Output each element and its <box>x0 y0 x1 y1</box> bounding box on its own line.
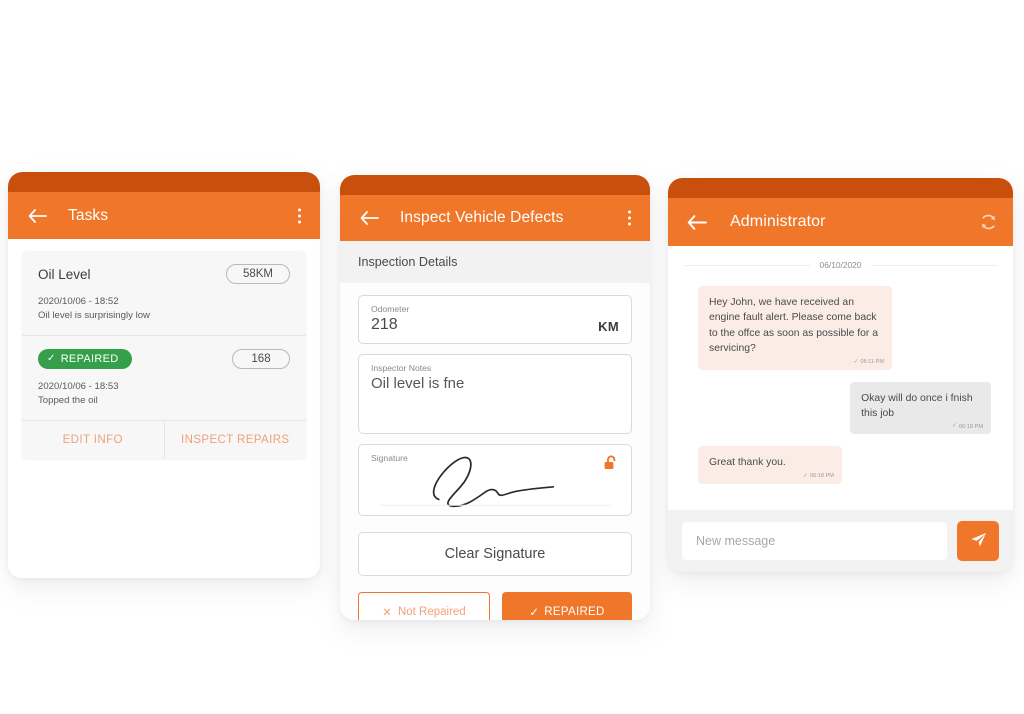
clear-signature-button[interactable]: Clear Signature <box>358 532 632 576</box>
check-icon: ✓ <box>47 353 56 365</box>
odometer-field-value: 218 <box>371 316 398 333</box>
signature-field[interactable]: Signature <box>358 444 632 516</box>
tasks-screen-panel: Tasks Oil Level 58KM 2020/10/06 - 18:52 … <box>8 172 320 578</box>
defect-timestamp: 2020/10/06 - 18:52 <box>38 296 119 307</box>
check-icon: ✓ <box>952 423 958 430</box>
overflow-menu-icon[interactable] <box>294 204 305 227</box>
chat-appbar: Administrator <box>668 198 1013 246</box>
odometer-field[interactable]: Odometer 218 KM <box>358 295 632 344</box>
check-icon: ✓ <box>853 358 859 365</box>
status-badge-label: REPAIRED <box>60 352 119 365</box>
status-bar-strip <box>668 178 1013 198</box>
task-card[interactable]: Oil Level 58KM 2020/10/06 - 18:52 Oil le… <box>22 251 306 459</box>
arrow-left-icon[interactable] <box>356 211 382 225</box>
chat-bubble-timestamp: ✓ 06:18 PM <box>952 422 983 431</box>
defect-row: Oil Level 58KM 2020/10/06 - 18:52 Oil le… <box>22 251 306 335</box>
inspector-notes-field[interactable]: Inspector Notes Oil level is fne <box>358 354 632 434</box>
task-card-actions: EDIT INFO INSPECT REPAIRS <box>22 419 307 459</box>
signature-label: Signature <box>371 453 408 463</box>
check-icon: ✓ <box>802 472 809 479</box>
timestamp-text: 06:18 PM <box>810 473 834 480</box>
arrow-left-icon[interactable] <box>24 208 50 223</box>
inspect-form: Odometer 218 KM Inspector Notes Oil leve… <box>340 283 650 620</box>
chat-bubble-text: Great thank you. <box>709 457 786 469</box>
chat-bubble-incoming: Great thank you. ✓ 06:18 PM <box>698 446 842 484</box>
repair-meta: 2020/10/06 - 18:53 Topped the oil <box>38 380 290 408</box>
tasks-body: Oil Level 58KM 2020/10/06 - 18:52 Oil le… <box>8 239 320 578</box>
inspector-notes-label: Inspector Notes <box>371 363 432 373</box>
date-separator-label: 06/10/2020 <box>819 260 862 270</box>
defect-header: Oil Level 58KM <box>38 264 290 284</box>
chat-bubble-timestamp: ✓ 06:18 PM <box>803 472 834 481</box>
status-badge: ✓ REPAIRED <box>38 348 132 369</box>
overflow-menu-icon[interactable] <box>624 207 635 230</box>
inspection-details-heading: Inspection Details <box>340 241 650 283</box>
tasks-appbar: Tasks <box>8 192 320 239</box>
status-bar-strip <box>8 172 320 192</box>
inspect-repairs-button[interactable]: INSPECT REPAIRS <box>163 420 307 459</box>
close-x-icon: ✕ <box>382 607 392 619</box>
date-separator-line-right <box>871 264 998 266</box>
repaired-button[interactable]: ✓ REPAIRED <box>502 592 632 620</box>
inspect-decision-buttons: ✕ Not Repaired ✓ REPAIRED <box>358 592 632 620</box>
inspect-screen-panel: Inspect Vehicle Defects Inspection Detai… <box>340 175 650 620</box>
chat-bubble-outgoing: Okay will do once i fnish this job ✓ 06:… <box>850 381 991 435</box>
repair-header: ✓ REPAIRED 168 <box>38 348 290 369</box>
inspect-appbar: Inspect Vehicle Defects <box>340 195 650 241</box>
date-separator: 06/10/2020 <box>684 260 998 270</box>
not-repaired-button[interactable]: ✕ Not Repaired <box>358 592 490 620</box>
chat-bubble-incoming: Hey John, we have received an engine fau… <box>698 286 893 370</box>
chat-bubble-text: Hey John, we have received an engine fau… <box>709 297 879 355</box>
repair-timestamp: 2020/10/06 - 18:53 <box>38 380 119 392</box>
send-paper-plane-icon <box>969 530 988 552</box>
status-bar-strip <box>340 175 650 195</box>
chat-bubble-timestamp: ✓ 06:11 PM <box>853 358 884 367</box>
arrow-left-icon[interactable] <box>684 214 710 230</box>
refresh-icon[interactable] <box>979 213 998 232</box>
edit-info-button[interactable]: EDIT INFO <box>22 421 164 459</box>
defect-note: Oil level is surprisingly low <box>38 309 150 321</box>
inspect-title: Inspect Vehicle Defects <box>400 209 564 226</box>
check-icon: ✓ <box>529 607 540 619</box>
date-separator-line-left <box>684 264 810 266</box>
not-repaired-label: Not Repaired <box>397 606 466 618</box>
chat-input-bar <box>668 510 1013 572</box>
chat-screen-panel: Administrator 06/10/2020 Hey John, we ha… <box>668 178 1013 572</box>
tasks-title: Tasks <box>68 206 109 224</box>
inspector-notes-value: Oil level is fne <box>371 375 465 392</box>
timestamp-text: 06:18 PM <box>959 423 983 430</box>
odometer-field-label: Odometer <box>371 304 410 314</box>
chat-bubble-text: Okay will do once i fnish this job <box>861 392 973 419</box>
repair-odometer-pill: 168 <box>232 348 290 369</box>
send-button[interactable] <box>957 521 999 561</box>
new-message-input[interactable] <box>682 522 947 560</box>
defect-title: Oil Level <box>38 266 91 282</box>
defect-meta: 2020/10/06 - 18:52 Oil level is surprisi… <box>38 295 290 323</box>
chat-title: Administrator <box>730 213 826 230</box>
odometer-unit: KM <box>598 319 619 334</box>
repaired-label: REPAIRED <box>544 606 605 618</box>
odometer-pill: 58KM <box>225 264 290 284</box>
repair-note: Topped the oil <box>38 394 98 406</box>
chat-message-list[interactable]: 06/10/2020 Hey John, we have received an… <box>668 246 1013 510</box>
timestamp-text: 06:11 PM <box>860 358 885 365</box>
repair-row: ✓ REPAIRED 168 2020/10/06 - 18:53 Topped… <box>22 334 306 420</box>
screenshot-canvas: Tasks Oil Level 58KM 2020/10/06 - 18:52 … <box>0 0 1024 714</box>
